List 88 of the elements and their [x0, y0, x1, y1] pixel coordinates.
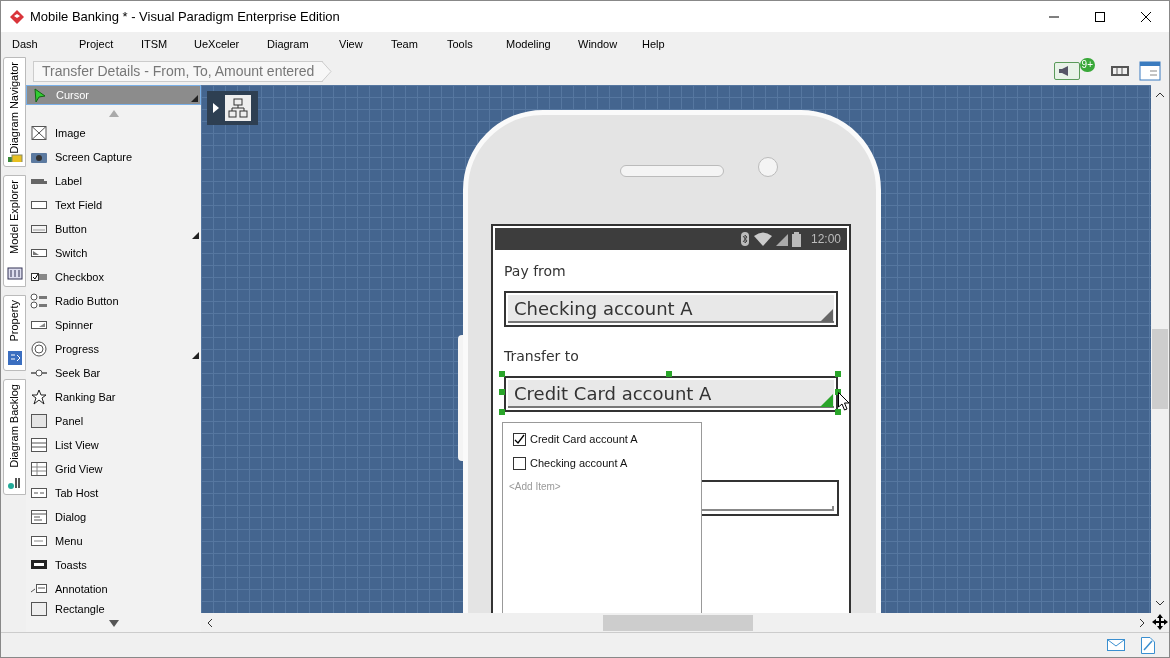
palette-tool-icon — [30, 601, 48, 617]
app-logo-icon — [10, 9, 24, 24]
menubar-entry[interactable]: Modeling — [503, 36, 575, 53]
scrollbar-thumb[interactable] — [603, 614, 753, 631]
menubar-entry[interactable]: Window — [575, 36, 639, 53]
checkbox[interactable] — [513, 432, 526, 446]
palette-item[interactable]: Menu — [26, 529, 201, 553]
palette-item[interactable]: Screen Capture — [26, 145, 201, 169]
palette-item[interactable]: Ranking Bar — [26, 385, 201, 409]
palette-tool-icon — [30, 533, 48, 549]
menubar-entry[interactable]: Diagram — [264, 36, 336, 53]
palette-item[interactable]: Toasts — [26, 553, 201, 577]
palette-tool-icon — [30, 461, 48, 477]
menubar-entry[interactable]: View — [336, 36, 388, 53]
selection-handle[interactable] — [499, 371, 505, 377]
pan-icon[interactable] — [1151, 613, 1169, 631]
palette-tool-icon — [30, 437, 48, 453]
field-label: Pay from — [504, 262, 567, 281]
megaphone-icon — [1057, 65, 1070, 77]
palette-item[interactable]: Checkbox — [26, 265, 201, 289]
window-title: Mobile Banking * - Visual Paradigm Enterprise Edition — [30, 7, 340, 26]
palette-tool-icon — [30, 509, 48, 525]
selection-handle[interactable] — [499, 409, 505, 415]
palette-item[interactable]: Progress — [26, 337, 201, 361]
scrollbar-thumb[interactable] — [1152, 329, 1168, 409]
palette-tool-icon — [30, 125, 48, 141]
palette-tool-icon — [30, 341, 48, 357]
option-label[interactable]: Checking account A — [530, 454, 628, 472]
expand-arrow-icon — [213, 103, 219, 113]
palette-item[interactable]: Dialog — [26, 505, 201, 529]
palette-item[interactable]: Button — [26, 217, 201, 241]
signal-icon — [775, 232, 788, 246]
bluetooth-icon — [739, 232, 750, 246]
note-edit-icon[interactable] — [1141, 636, 1155, 654]
palette-tool-icon — [30, 413, 48, 429]
option-label[interactable]: Credit Card account A — [530, 430, 638, 448]
notification-badge: 9+ — [1079, 58, 1095, 72]
dropdown-spinner[interactable]: Checking account A — [504, 291, 838, 327]
selection-handle[interactable] — [835, 371, 841, 377]
breadcrumb-arrow-icon — [322, 60, 333, 82]
phone-camera — [758, 157, 778, 177]
palette-item[interactable]: Annotation — [26, 577, 201, 601]
mail-icon[interactable] — [1107, 639, 1125, 651]
battery-icon — [791, 231, 801, 247]
field-label: Transfer to — [504, 347, 580, 366]
menubar-entry[interactable]: Project — [76, 36, 138, 53]
palette-item[interactable]: Spinner — [26, 313, 201, 337]
palette-item[interactable]: Rectangle — [26, 601, 201, 617]
palette-item[interactable]: List View — [26, 433, 201, 457]
palette-item[interactable]: Panel — [26, 409, 201, 433]
property-icon — [6, 350, 23, 366]
palette-tool-icon — [30, 293, 48, 309]
scroll-up-icon[interactable] — [108, 109, 119, 117]
palette-item[interactable]: Grid View — [26, 457, 201, 481]
palette-item[interactable]: Switch — [26, 241, 201, 265]
navigator-icon — [6, 153, 23, 162]
palette-item[interactable]: Seek Bar — [26, 361, 201, 385]
maximize-icon — [1095, 11, 1105, 22]
palette-tool-icon — [30, 485, 48, 501]
palette-item[interactable]: Tab Host — [26, 481, 201, 505]
scroll-down-icon[interactable] — [108, 619, 119, 627]
palette-item[interactable]: Radio Button — [26, 289, 201, 313]
fit-screen-icon[interactable] — [1109, 63, 1131, 79]
palette-item[interactable]: Text Field — [26, 193, 201, 217]
explorer-icon — [6, 266, 23, 282]
menubar-entry[interactable]: Team — [388, 36, 444, 53]
checkbox[interactable] — [513, 456, 526, 470]
selection-handle[interactable] — [666, 371, 672, 377]
diagram-navigator-toggle[interactable] — [207, 91, 258, 125]
diagram-canvas[interactable]: 12:00 Pay from Checking account A Transfer to Credit Card account A Credit Card account A Checking account A <Add Item> — [201, 85, 1151, 613]
menubar-entry[interactable]: UeXceler — [191, 36, 264, 53]
mouse-cursor-icon — [838, 392, 850, 411]
palette-item[interactable]: Image — [26, 121, 201, 145]
selection-handle[interactable] — [835, 409, 841, 415]
palette-item[interactable]: Label — [26, 169, 201, 193]
notification-button[interactable] — [1053, 62, 1080, 80]
menubar-entry[interactable]: ITSM — [138, 36, 191, 53]
layout-panel-icon[interactable] — [1139, 61, 1161, 81]
close-icon — [1141, 11, 1151, 22]
palette-tool-icon — [30, 389, 48, 405]
menubar-entry[interactable]: Tools — [444, 36, 503, 53]
menubar-entry[interactable]: Dash — [9, 36, 76, 53]
dropdown-spinner[interactable]: Credit Card account A — [504, 376, 838, 412]
menubar-entry[interactable]: Help — [639, 36, 679, 53]
hierarchy-diagram-icon — [225, 95, 251, 121]
selection-handle[interactable] — [499, 389, 505, 395]
status-time: 12:00 — [810, 231, 841, 248]
wifi-icon — [753, 232, 772, 246]
